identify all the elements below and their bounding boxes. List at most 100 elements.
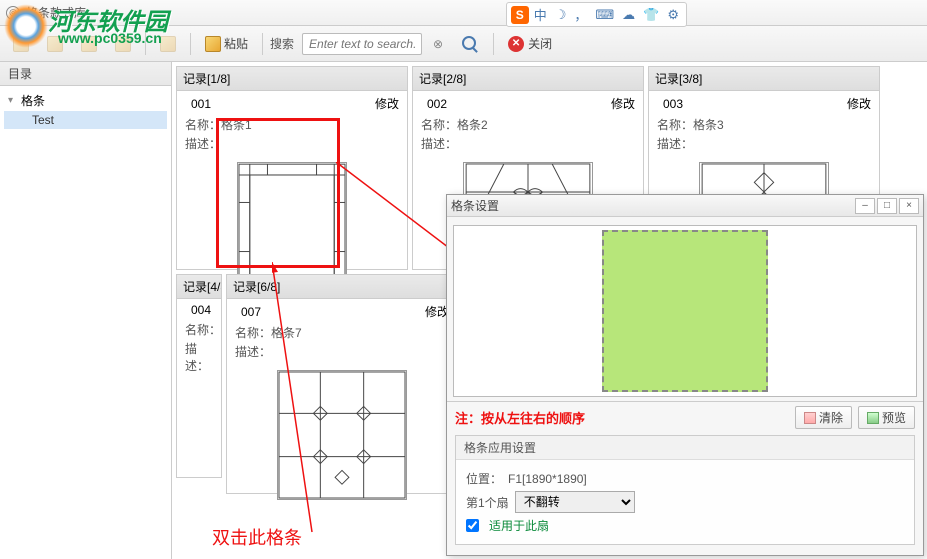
record-title: 记录[2/8] xyxy=(419,70,466,87)
close-button[interactable]: ✕关闭 xyxy=(501,31,559,56)
record-title: 记录[1/8] xyxy=(183,70,230,87)
desc-label: 描述： xyxy=(185,137,221,151)
edit-link[interactable]: 修改 xyxy=(375,95,399,112)
name-value: 格条3 xyxy=(693,118,724,132)
edit-link[interactable]: 修改 xyxy=(847,95,871,112)
position-label: 位置： xyxy=(466,470,502,487)
toolbar-btn-3[interactable] xyxy=(74,32,104,56)
record-title: 记录[4/8] xyxy=(183,278,222,295)
toolbar-icon xyxy=(13,36,29,52)
tree-root-label: 格条 xyxy=(21,92,45,109)
name-label: 名称： xyxy=(421,118,457,132)
ime-mode[interactable]: 中 xyxy=(531,5,550,24)
settings-dialog: 格条设置 – □ × 注：按从左往右的顺序 清除 预览 格条应用设置 位置： F… xyxy=(446,194,924,556)
ime-punct-icon[interactable]: ， xyxy=(571,5,590,24)
toolbar-icon xyxy=(115,36,131,52)
toolbar-btn-4[interactable] xyxy=(108,32,138,56)
settings-panel: 格条应用设置 位置： F1[1890*1890] 第1个扇 不翻转 适用于此扇 xyxy=(455,435,915,545)
preview-canvas xyxy=(602,230,768,392)
flip-select[interactable]: 不翻转 xyxy=(515,491,635,513)
expander-icon[interactable]: ▾ xyxy=(8,95,18,106)
dialog-toolbar: 注：按从左往右的顺序 清除 预览 xyxy=(447,401,923,433)
separator xyxy=(190,33,191,55)
name-value: 格条7 xyxy=(271,326,302,340)
clear-button[interactable]: 清除 xyxy=(795,406,852,429)
ime-moon-icon[interactable]: ☽ xyxy=(552,7,570,23)
record-card[interactable]: 记录[4/8] 004 名称：格条4 描述： xyxy=(176,274,222,478)
toolbar-icon xyxy=(160,36,176,52)
toolbar-icon xyxy=(81,36,97,52)
record-title: 记录[3/8] xyxy=(655,70,702,87)
settings-header: 格条应用设置 xyxy=(456,436,914,460)
position-row: 位置： F1[1890*1890] xyxy=(466,470,904,487)
preview-icon xyxy=(867,412,879,424)
paste-icon xyxy=(205,36,221,52)
preview-button[interactable]: 预览 xyxy=(858,406,915,429)
record-header: 记录[6/8] xyxy=(227,275,457,299)
app-icon: ◎ xyxy=(6,6,20,20)
apply-label: 适用于此扇 xyxy=(489,517,549,534)
pattern-thumbnail xyxy=(277,370,407,500)
close-icon: ✕ xyxy=(508,36,524,52)
paste-button[interactable]: 粘贴 xyxy=(198,31,255,56)
close-dialog-button[interactable]: × xyxy=(899,198,919,214)
pattern-thumbnail xyxy=(237,162,347,292)
sidebar-header: 目录 xyxy=(0,62,171,86)
paste-label: 粘贴 xyxy=(224,35,248,52)
search-input[interactable] xyxy=(302,33,422,55)
name-label: 名称： xyxy=(185,323,221,337)
sogou-icon[interactable]: S xyxy=(511,6,529,24)
record-card[interactable]: 记录[6/8] 007 修改 名称：格条7 描述： xyxy=(226,274,458,494)
desc-label: 描述： xyxy=(657,137,693,151)
record-id-link[interactable]: 002 xyxy=(427,97,447,111)
clear-label: 清除 xyxy=(819,409,843,426)
fan-label: 第1个扇 xyxy=(466,494,509,511)
tree: ▾格条 Test xyxy=(0,86,171,133)
desc-label: 描述： xyxy=(185,342,209,373)
search-button[interactable] xyxy=(454,31,486,57)
name-value: 格条2 xyxy=(457,118,488,132)
record-id-link[interactable]: 007 xyxy=(241,305,261,319)
record-title: 记录[6/8] xyxy=(233,278,280,295)
ime-keyboard-icon[interactable]: ⌨ xyxy=(592,7,617,23)
record-id-link[interactable]: 001 xyxy=(191,97,211,111)
search-clear[interactable]: ⊗ xyxy=(426,33,450,55)
record-card[interactable]: 记录[1/8] 001 修改 名称：格条1 描述： xyxy=(176,66,408,270)
toolbar-btn-2[interactable] xyxy=(40,32,70,56)
preview-label: 预览 xyxy=(882,409,906,426)
tree-root[interactable]: ▾格条 xyxy=(4,90,167,111)
clear-icon xyxy=(804,412,816,424)
toolbar-btn-1[interactable] xyxy=(6,32,36,56)
order-note: 注：按从左往右的顺序 xyxy=(455,408,585,427)
separator xyxy=(145,33,146,55)
name-value: 格条1 xyxy=(221,118,252,132)
tree-child-test[interactable]: Test xyxy=(4,111,167,129)
annotation-text: 双击此格条 xyxy=(212,524,302,550)
edit-link[interactable]: 修改 xyxy=(611,95,635,112)
apply-row: 适用于此扇 xyxy=(466,517,904,534)
name-label: 名称： xyxy=(235,326,271,340)
record-header: 记录[4/8] xyxy=(177,275,221,299)
apply-checkbox[interactable] xyxy=(466,519,479,532)
minimize-button[interactable]: – xyxy=(855,198,875,214)
maximize-button[interactable]: □ xyxy=(877,198,897,214)
ime-skin-icon[interactable]: 👕 xyxy=(640,7,662,23)
search-icon xyxy=(461,35,479,53)
search-label: 搜索 xyxy=(270,35,294,52)
name-label: 名称： xyxy=(185,118,221,132)
ime-settings-icon[interactable]: ⚙ xyxy=(664,7,682,23)
ime-toolbar: S 中 ☽ ， ⌨ ☁ 👕 ⚙ xyxy=(506,2,687,27)
record-header: 记录[2/8] xyxy=(413,67,643,91)
record-id-link[interactable]: 003 xyxy=(663,97,683,111)
dialog-title: 格条设置 xyxy=(451,197,499,214)
window-title: 格条款式库 xyxy=(26,4,86,21)
sidebar: 目录 ▾格条 Test xyxy=(0,62,172,559)
record-id-link[interactable]: 004 xyxy=(191,303,211,317)
dialog-titlebar[interactable]: 格条设置 – □ × xyxy=(447,195,923,217)
ime-cloud-icon[interactable]: ☁ xyxy=(619,7,638,23)
toolbar-btn-5[interactable] xyxy=(153,32,183,56)
name-value: 格条4 xyxy=(221,323,222,337)
record-header: 记录[3/8] xyxy=(649,67,879,91)
separator xyxy=(493,33,494,55)
close-label: 关闭 xyxy=(528,35,552,52)
